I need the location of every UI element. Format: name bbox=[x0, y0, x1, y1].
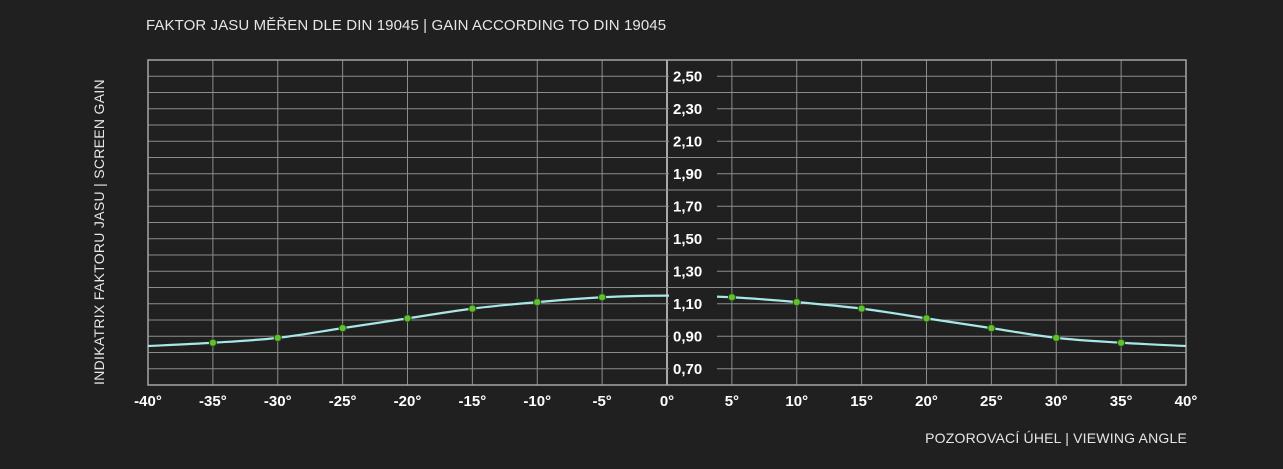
x-tick-label: 15° bbox=[850, 393, 873, 410]
y-tick-label: 1,10 bbox=[673, 296, 702, 313]
x-tick-label: 25° bbox=[980, 393, 1003, 410]
data-point bbox=[857, 304, 866, 313]
y-tick-label: 2,50 bbox=[673, 68, 702, 85]
x-tick-label: -35° bbox=[199, 393, 227, 410]
data-point bbox=[533, 298, 542, 307]
x-tick-label: 0° bbox=[660, 393, 674, 410]
data-point bbox=[403, 314, 412, 323]
y-tick-label: 2,10 bbox=[673, 133, 702, 150]
y-tick-label: 0,90 bbox=[673, 328, 702, 345]
data-point bbox=[1052, 333, 1061, 342]
x-tick-label: 35° bbox=[1110, 393, 1133, 410]
x-tick-label: 10° bbox=[785, 393, 808, 410]
data-point bbox=[792, 298, 801, 307]
x-tick-label: -25° bbox=[329, 393, 357, 410]
x-tick-label: -30° bbox=[264, 393, 292, 410]
x-tick-label: -15° bbox=[459, 393, 487, 410]
x-tick-label: -40° bbox=[134, 393, 162, 410]
y-tick-label: 1,70 bbox=[673, 198, 702, 215]
x-tick-label: 5° bbox=[725, 393, 739, 410]
data-point bbox=[922, 314, 931, 323]
y-tick-label: 1,30 bbox=[673, 263, 702, 280]
y-tick-label: 0,70 bbox=[673, 361, 702, 378]
y-tick-label: 1,90 bbox=[673, 166, 702, 183]
data-point bbox=[727, 293, 736, 302]
data-point bbox=[1117, 338, 1126, 347]
x-tick-label: -10° bbox=[523, 393, 551, 410]
x-tick-labels: -40° -35° -30° -25° -20° -15° -10° -5° 0° 5° 10° 15… bbox=[134, 393, 1197, 410]
grid bbox=[147, 59, 1187, 386]
data-point bbox=[208, 338, 217, 347]
data-point bbox=[273, 333, 282, 342]
y-tick-label: 1,50 bbox=[673, 231, 702, 248]
y-tick-label: 2,30 bbox=[673, 101, 702, 118]
data-point bbox=[338, 324, 347, 333]
x-tick-label: -5° bbox=[592, 393, 611, 410]
screen-gain-chart: -40° -35° -30° -25° -20° -15° -10° -5° 0° 5° 10° 15… bbox=[134, 59, 1197, 410]
x-tick-label: -20° bbox=[394, 393, 422, 410]
x-tick-label: 30° bbox=[1045, 393, 1068, 410]
x-tick-label: 20° bbox=[915, 393, 938, 410]
x-tick-label: 40° bbox=[1175, 393, 1198, 410]
data-point bbox=[468, 304, 477, 313]
data-point bbox=[598, 293, 607, 302]
data-point bbox=[987, 324, 996, 333]
y-tick-labels: 0,70 0,90 1,10 1,30 1,50 1,70 1,90 2,10 2,30 2,50 bbox=[669, 65, 717, 378]
